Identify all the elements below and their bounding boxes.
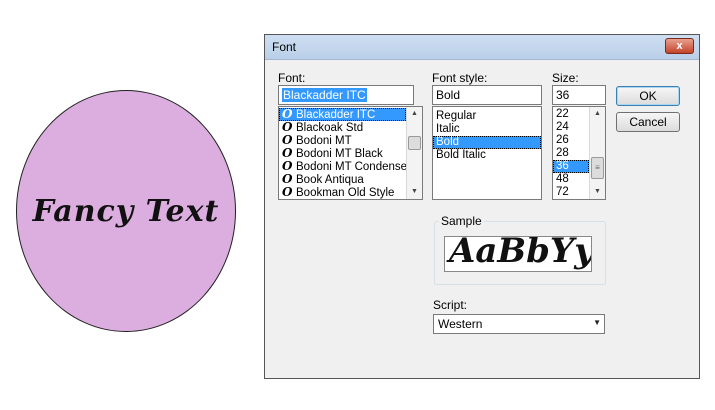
dialog-titlebar[interactable]: Font x xyxy=(265,35,699,60)
opentype-font-icon: O xyxy=(282,134,293,147)
fancy-circle-shape[interactable]: Fancy Text xyxy=(16,90,236,332)
script-value: Western xyxy=(438,317,483,331)
scroll-up-icon[interactable]: ▲ xyxy=(590,107,605,121)
font-item-label: Blackoak Std xyxy=(296,122,364,134)
font-style-listbox[interactable]: Regular Italic Bold Bold Italic xyxy=(432,106,542,200)
size-listbox[interactable]: 22 24 26 28 36 48 72 ▲ ≡ ▼ xyxy=(552,106,606,200)
style-list-item[interactable]: Bold xyxy=(433,136,541,149)
style-item-label: Italic xyxy=(436,123,460,135)
opentype-font-icon: O xyxy=(282,108,293,121)
style-list-item[interactable]: Italic xyxy=(433,123,541,136)
dialog-title: Font xyxy=(272,40,297,54)
ok-button[interactable]: OK xyxy=(616,86,680,106)
size-list-item[interactable]: 36 xyxy=(553,160,589,173)
font-list-item[interactable]: O Book Antiqua xyxy=(279,173,406,186)
scroll-thumb[interactable]: ≡ xyxy=(591,157,604,179)
close-icon: x xyxy=(676,40,683,52)
size-list-item[interactable]: 22 xyxy=(553,108,589,121)
size-item-label: 48 xyxy=(556,173,569,185)
font-dialog: Font x Font: Blackadder ITC O Blackadder … xyxy=(264,34,700,379)
font-name-value: Blackadder ITC xyxy=(282,88,367,102)
font-list-scrollbar[interactable]: ▲ ▼ xyxy=(406,107,422,199)
cancel-button[interactable]: Cancel xyxy=(616,112,680,132)
sample-group: Sample AaBbYy xyxy=(434,214,606,285)
opentype-font-icon: O xyxy=(282,173,293,186)
font-style-input[interactable]: Bold xyxy=(432,85,542,105)
font-list-item[interactable]: O Bookman Old Style xyxy=(279,186,406,199)
font-item-label: Bodoni MT Black xyxy=(296,148,383,160)
scroll-thumb[interactable] xyxy=(408,136,421,150)
chevron-down-icon[interactable]: ▼ xyxy=(593,318,601,327)
size-item-label: 72 xyxy=(556,186,569,198)
size-input[interactable]: 36 xyxy=(552,85,606,105)
size-item-label: 26 xyxy=(556,134,569,146)
font-list-item[interactable]: O Blackadder ITC xyxy=(279,108,406,121)
font-item-label: Bookman Old Style xyxy=(296,187,395,199)
size-label: Size: xyxy=(552,71,579,85)
style-item-label: Bold Italic xyxy=(436,149,486,161)
opentype-font-icon: O xyxy=(282,160,293,173)
script-label: Script: xyxy=(433,298,468,312)
size-list-item[interactable]: 48 xyxy=(553,173,589,186)
fancy-text: Fancy Text xyxy=(32,193,220,229)
style-item-label: Regular xyxy=(436,110,477,122)
opentype-font-icon: O xyxy=(282,147,293,160)
scroll-down-icon[interactable]: ▼ xyxy=(590,185,605,199)
font-list-item[interactable]: O Bodoni MT xyxy=(279,134,406,147)
size-list-item[interactable]: 28 xyxy=(553,147,589,160)
style-item-label: Bold xyxy=(436,136,460,148)
font-list-item[interactable]: O Blackoak Std xyxy=(279,121,406,134)
style-list-item[interactable]: Bold Italic xyxy=(433,149,541,162)
scroll-up-icon[interactable]: ▲ xyxy=(407,107,422,121)
size-item-label: 28 xyxy=(556,147,569,159)
font-list-item[interactable]: O Bodoni MT Black xyxy=(279,147,406,160)
close-button[interactable]: x xyxy=(665,38,694,54)
font-style-label: Font style: xyxy=(432,71,488,85)
sample-text: AaBbYy xyxy=(449,236,592,271)
sample-label: Sample xyxy=(439,214,484,228)
font-item-label: Book Antiqua xyxy=(296,174,364,186)
font-name-input[interactable]: Blackadder ITC xyxy=(278,85,414,105)
style-list-item[interactable]: Regular xyxy=(433,110,541,123)
font-label: Font: xyxy=(278,71,306,85)
size-item-label: 36 xyxy=(556,160,569,172)
font-listbox[interactable]: O Blackadder ITC O Blackoak Std O Bodoni MT O B… xyxy=(278,106,423,200)
font-item-label: Bodoni MT xyxy=(296,135,352,147)
size-list-item[interactable]: 72 xyxy=(553,186,589,199)
font-list-item[interactable]: O Bodoni MT Condensed xyxy=(279,160,406,173)
script-select[interactable]: Western ▼ xyxy=(433,314,605,334)
font-item-label: Bodoni MT Condensed xyxy=(296,161,406,173)
scroll-down-icon[interactable]: ▼ xyxy=(407,185,422,199)
size-item-label: 24 xyxy=(556,121,569,133)
size-list-item[interactable]: 26 xyxy=(553,134,589,147)
size-item-label: 22 xyxy=(556,108,569,120)
font-item-label: Blackadder ITC xyxy=(296,109,376,121)
size-list-item[interactable]: 24 xyxy=(553,121,589,134)
opentype-font-icon: O xyxy=(282,121,293,134)
opentype-font-icon: O xyxy=(282,186,293,199)
size-list-scrollbar[interactable]: ▲ ≡ ▼ xyxy=(589,107,605,199)
sample-preview: AaBbYy xyxy=(444,236,592,272)
